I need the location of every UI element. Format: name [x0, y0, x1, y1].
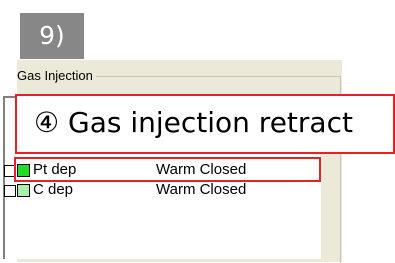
c-dep-status: Warm Closed [156, 181, 247, 198]
gas-injection-group-title: Gas Injection [17, 68, 96, 83]
c-dep-checkbox[interactable] [4, 185, 16, 197]
annotation-callout: ④ Gas injection retract [15, 94, 395, 154]
pt-dep-highlight-box [14, 157, 321, 182]
c-dep-name: C dep [33, 181, 74, 198]
annotation-callout-text: ④ Gas injection retract [34, 106, 353, 139]
step-number-badge: 9) [20, 13, 84, 59]
list-item-c-dep[interactable]: C dep Warm Closed [4, 181, 304, 201]
c-dep-color-swatch [17, 184, 30, 197]
